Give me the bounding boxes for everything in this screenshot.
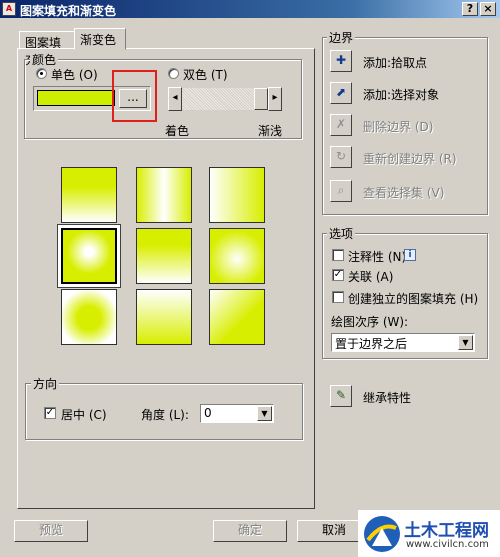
inherit-properties-icon[interactable]: ✎: [330, 385, 352, 407]
angle-combo[interactable]: 0 ▼: [200, 404, 274, 423]
ok-button: 确定: [213, 520, 287, 542]
window-title: 图案填充和渐变色: [20, 4, 117, 18]
annotative-checkbox[interactable]: [332, 249, 344, 261]
shade-slider-thumb[interactable]: [254, 88, 268, 110]
separate-hatches-checkbox[interactable]: [332, 291, 344, 303]
help-button[interactable]: ?: [462, 2, 478, 16]
slider-left-arrow[interactable]: ◂: [168, 87, 182, 111]
slider-right-arrow[interactable]: ▸: [268, 87, 282, 111]
associative-checkbox[interactable]: ✓: [332, 269, 344, 281]
remove-boundaries-icon: ✗: [330, 114, 352, 136]
inherit-properties-button[interactable]: 继承特性: [363, 389, 411, 406]
tab-gradient[interactable]: 渐变色: [74, 28, 126, 50]
associative-label: 关联 (A): [348, 270, 394, 284]
draw-order-label: 绘图次序 (W):: [331, 315, 409, 329]
two-color-label: 双色 (T): [183, 68, 228, 82]
watermark-logo: 土木工程网 www.civilcn.com: [358, 510, 500, 557]
highlight-box: [112, 70, 157, 122]
gradient-pattern-tile-1[interactable]: [61, 167, 117, 223]
color-swatch[interactable]: [37, 90, 115, 106]
magnifier-icon: ⌕: [330, 180, 352, 202]
gradient-pattern-tile-6[interactable]: [209, 228, 265, 284]
two-color-radio[interactable]: [168, 68, 179, 79]
gradient-pattern-tile-3[interactable]: [209, 167, 265, 223]
options-legend: 选项: [327, 225, 356, 242]
shade-label: 着色: [165, 124, 190, 138]
orientation-legend: 方向: [31, 375, 60, 392]
tint-label: 渐浅: [258, 124, 283, 138]
title-bar: A 图案填充和渐变色 ? ×: [0, 0, 500, 18]
recreate-boundary-icon: ↻: [330, 146, 352, 168]
gradient-pattern-tile-7[interactable]: [61, 289, 117, 345]
select-objects-icon[interactable]: ⬈: [330, 82, 352, 104]
gradient-pattern-tile-8[interactable]: [136, 289, 192, 345]
draw-order-value: 置于边界之后: [335, 337, 408, 351]
close-button[interactable]: ×: [480, 2, 496, 16]
centered-checkbox[interactable]: ✓: [44, 407, 56, 419]
annotative-label: 注释性 (N): [348, 250, 407, 264]
angle-label: 角度 (L):: [141, 408, 189, 422]
remove-boundaries-button: 删除边界 (D): [363, 120, 434, 134]
gradient-pattern-tile-4[interactable]: [58, 225, 120, 287]
preview-button: 预览: [14, 520, 88, 542]
one-color-label: 单色 (O): [51, 68, 98, 82]
draw-order-combo[interactable]: 置于边界之后 ▼: [331, 333, 475, 352]
info-icon[interactable]: i: [404, 249, 416, 261]
centered-label: 居中 (C): [61, 408, 107, 422]
add-select-objects-button[interactable]: 添加:选择对象: [363, 86, 439, 103]
separate-hatches-label: 创建独立的图案填充 (H): [348, 292, 479, 306]
recreate-boundary-button: 重新创建边界 (R): [363, 152, 457, 166]
gradient-pattern-tile-5[interactable]: [136, 228, 192, 284]
one-color-radio[interactable]: [36, 68, 47, 79]
view-selections-button: 查看选择集 (V): [363, 186, 445, 200]
watermark-url: www.civilcn.com: [406, 539, 489, 550]
angle-value: 0: [204, 406, 212, 420]
watermark-title: 土木工程网: [404, 521, 489, 541]
pick-points-icon[interactable]: ✚: [330, 50, 352, 72]
boundaries-legend: 边界: [327, 29, 356, 46]
chevron-down-icon[interactable]: ▼: [458, 335, 473, 350]
autocad-app-icon: A: [2, 2, 16, 16]
watermark-emblem-icon: [364, 516, 400, 552]
gradient-pattern-tile-2[interactable]: [136, 167, 192, 223]
chevron-down-icon[interactable]: ▼: [257, 406, 272, 421]
gradient-pattern-tile-9[interactable]: [209, 289, 265, 345]
add-pick-points-button[interactable]: 添加:拾取点: [363, 54, 427, 71]
